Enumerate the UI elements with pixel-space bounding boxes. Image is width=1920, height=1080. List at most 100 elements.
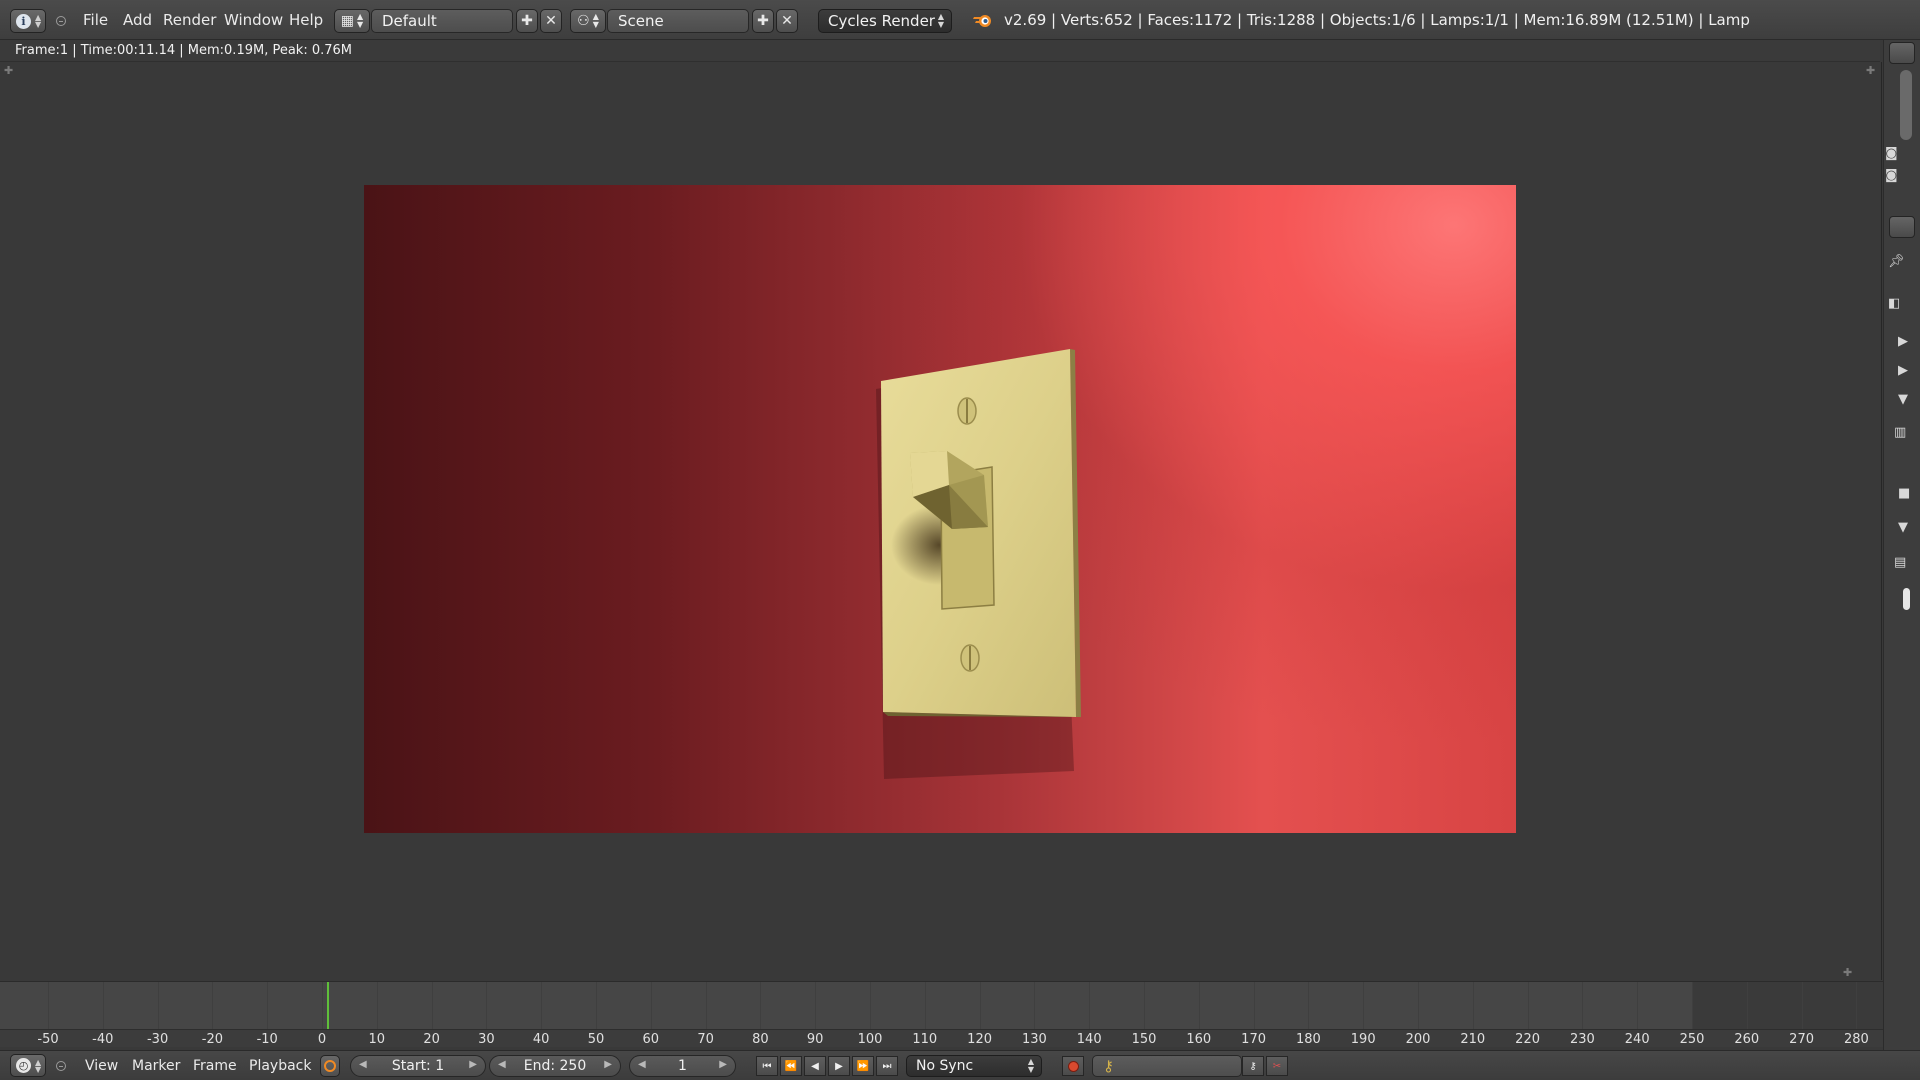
scene-selector[interactable]: ⚇ ▲ ▼ (570, 9, 606, 33)
updown-arrows-icon: ▲ ▼ (35, 1057, 42, 1074)
outliner-icon[interactable] (1889, 42, 1915, 64)
corner-handle-icon[interactable]: ✚ (1866, 64, 1875, 77)
timeline-tick-label: 260 (1734, 1032, 1760, 1047)
timeline-tick-label: 270 (1789, 1032, 1815, 1047)
scrollbar[interactable] (1900, 70, 1912, 140)
scene-name-field[interactable]: Scene (607, 9, 749, 33)
timeline-grid-line (48, 982, 49, 1029)
timeline-ruler[interactable]: -50 -40 -30 -20 -10 0 10 20 30 40 50 60 70 80 90 100 110… (0, 1029, 1883, 1047)
timeline-grid-line (596, 982, 597, 1029)
timeline-grid-line (1692, 982, 1693, 1029)
editor-type-selector[interactable]: i ▲ ▼ (10, 9, 46, 33)
layout-name-field[interactable]: Default (371, 9, 513, 33)
checkbox-icon[interactable]: ■ (1898, 486, 1910, 501)
end-frame-field[interactable]: ◀ End: 250 ▶ (489, 1055, 621, 1077)
timeline-grid-line (650, 982, 652, 1029)
expand-arrow-icon[interactable]: ▶ (1898, 363, 1908, 378)
timeline-tick-label: 130 (1021, 1032, 1047, 1047)
pin-icon[interactable]: 📌︎ (1888, 254, 1905, 269)
menu-marker[interactable]: Marker (132, 1058, 180, 1074)
render-status-line: Frame:1 | Time:00:11.14 | Mem:0.19M, Pea… (0, 40, 1880, 62)
scene-icon: ⚇ (577, 13, 590, 29)
screen-layout-selector[interactable]: ▦ ▲ ▼ (334, 9, 370, 33)
collapse-menus-icon[interactable] (56, 1061, 66, 1071)
collapse-menus-icon[interactable] (56, 16, 66, 26)
timeline-tick-label: 210 (1460, 1032, 1486, 1047)
increment-arrow-icon[interactable]: ▶ (604, 1059, 612, 1070)
menu-file[interactable]: File (83, 11, 108, 29)
collapse-arrow-icon[interactable]: ▼ (1898, 392, 1908, 407)
jump-to-keyframe-forward-button[interactable]: ⏩ (852, 1056, 874, 1076)
properties-panel-strip[interactable]: ◙ ◙ 📌︎ ◧ ▶ ▶ ▼ ▥ ■ ▼ ▤ (1883, 40, 1920, 1080)
start-frame-field[interactable]: ◀ Start: 1 ▶ (350, 1055, 486, 1077)
timeline-editor[interactable]: -50 -40 -30 -20 -10 0 10 20 30 40 50 60 70 80 90 100 110… (0, 981, 1883, 1047)
jump-to-keyframe-back-button[interactable]: ⏪ (780, 1056, 802, 1076)
timeline-grid-line (1418, 982, 1419, 1029)
swatch-icon[interactable]: ▥ (1894, 425, 1906, 440)
timeline-tick-label: 160 (1186, 1032, 1212, 1047)
decrement-arrow-icon[interactable]: ◀ (638, 1059, 646, 1070)
render-tab-icon[interactable]: ◧ (1888, 296, 1900, 311)
timeline-editor-type-selector[interactable]: ◴ ▲ ▼ (10, 1054, 46, 1077)
decrement-arrow-icon[interactable]: ◀ (359, 1059, 367, 1070)
timeline-tick-label: -20 (201, 1032, 224, 1047)
timeline-grid-line (1308, 982, 1310, 1029)
scene-statistics: v2.69 | Verts:652 | Faces:1172 | Tris:12… (1004, 11, 1750, 29)
increment-arrow-icon[interactable]: ▶ (719, 1059, 727, 1070)
timeline-tick-label: 50 (587, 1032, 605, 1047)
decrement-arrow-icon[interactable]: ◀ (498, 1059, 506, 1070)
timeline-grid-line (376, 982, 378, 1029)
sync-mode-dropdown[interactable]: No Sync ▲ ▼ (906, 1055, 1042, 1077)
timeline-tick-label: 70 (697, 1032, 714, 1047)
updown-arrows-icon: ▲ ▼ (35, 13, 42, 29)
timeline-grid-line (760, 982, 762, 1029)
insert-keyframe-button[interactable]: ⚷ (1242, 1056, 1264, 1076)
preview-range-button[interactable] (320, 1055, 340, 1077)
camera-icon[interactable]: ◙ (1885, 168, 1898, 183)
stack-icon[interactable]: ▤ (1894, 555, 1906, 570)
corner-handle-icon[interactable]: ✚ (1843, 966, 1852, 979)
camera-icon[interactable]: ◙ (1885, 146, 1898, 161)
fast-forward-icon: ⏩ (856, 1060, 870, 1072)
jump-to-end-button[interactable]: ⏭ (876, 1056, 898, 1076)
menu-window[interactable]: Window (224, 11, 283, 29)
increment-arrow-icon[interactable]: ▶ (469, 1059, 477, 1070)
render-engine-dropdown[interactable]: Cycles Render ▲ ▼ (818, 9, 952, 33)
timeline-tick-label: 120 (967, 1032, 993, 1047)
corner-handle-icon[interactable]: ✚ (4, 64, 13, 77)
play-reverse-button[interactable]: ◀ (804, 1056, 826, 1076)
keying-set-field[interactable]: ⚷ (1092, 1055, 1242, 1077)
play-icon: ▶ (835, 1060, 843, 1072)
jump-start-icon: ⏮ (762, 1060, 772, 1072)
remove-scene-button[interactable]: ✕ (776, 9, 798, 33)
scrollbar-thumb[interactable] (1903, 588, 1910, 610)
current-frame-field[interactable]: ◀ 1 ▶ (629, 1055, 736, 1077)
menu-render[interactable]: Render (163, 11, 216, 29)
timeline-track[interactable] (0, 982, 1883, 1029)
menu-help[interactable]: Help (289, 11, 323, 29)
auto-keyframe-button[interactable] (1062, 1056, 1084, 1076)
jump-to-start-button[interactable]: ⏮ (756, 1056, 778, 1076)
delete-keyframe-button[interactable]: ✂ (1266, 1056, 1288, 1076)
timeline-tick-label: 0 (317, 1032, 327, 1047)
play-button[interactable]: ▶ (828, 1056, 850, 1076)
add-scene-button[interactable]: ✚ (752, 9, 774, 33)
image-editor-area[interactable]: ✚ ✚ ✚ (0, 62, 1882, 980)
timeline-grid-line (322, 982, 323, 1029)
updown-arrows-icon: ▲ ▼ (1027, 1057, 1034, 1074)
menu-add[interactable]: Add (123, 11, 152, 29)
remove-layout-button[interactable]: ✕ (540, 9, 562, 33)
timeline-playhead[interactable] (327, 982, 330, 1029)
menu-playback[interactable]: Playback (249, 1058, 311, 1074)
timeline-grid-line (1034, 982, 1036, 1029)
properties-editor-icon[interactable] (1889, 216, 1915, 238)
menu-frame[interactable]: Frame (193, 1058, 237, 1074)
key-delete-icon: ✂ (1272, 1060, 1282, 1072)
collapse-arrow-icon[interactable]: ▼ (1898, 520, 1908, 535)
timeline-grid-line (431, 982, 433, 1029)
menu-view[interactable]: View (85, 1058, 118, 1074)
info-icon: i (16, 13, 31, 29)
expand-arrow-icon[interactable]: ▶ (1898, 334, 1908, 349)
key-icon: ⚷ (1249, 1060, 1257, 1072)
add-layout-button[interactable]: ✚ (516, 9, 538, 33)
